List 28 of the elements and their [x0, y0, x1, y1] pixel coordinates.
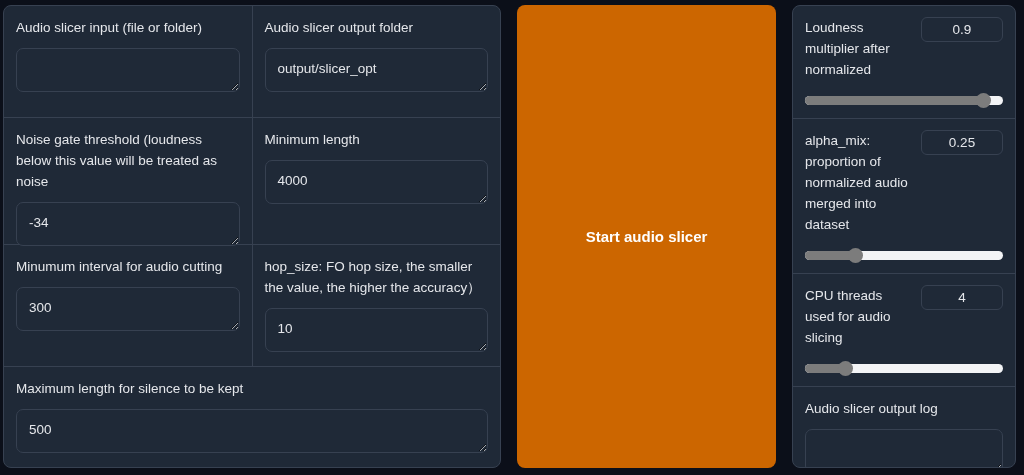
field-label: Audio slicer input (file or folder) [16, 19, 204, 37]
number-field[interactable]: 0.9 [921, 17, 1003, 42]
slider-track[interactable] [805, 251, 1003, 260]
field-label: Minimum length [264, 131, 361, 149]
text-field[interactable]: output/slicer_opt [264, 48, 488, 92]
number-field[interactable]: 0.25 [921, 130, 1003, 155]
text-field[interactable] [16, 48, 240, 92]
number-field[interactable]: 4 [921, 285, 1003, 310]
text-field[interactable]: 500 [16, 409, 488, 453]
slider-thumb[interactable] [837, 361, 853, 376]
slider-label: CPU threads used for audio slicing [805, 287, 892, 347]
field-label: hop_size: FO hop size, the smaller the value, the higher the accuracy） [264, 258, 483, 297]
slider-label: alpha_mix: proportion of normalized audio merged into dataset [805, 132, 909, 234]
slider-thumb[interactable] [847, 248, 863, 263]
slider-track[interactable] [805, 364, 1003, 373]
text-field[interactable]: -34 [16, 202, 240, 246]
field-label: Minumum interval for audio cutting [16, 258, 224, 276]
slider-label: Loudness multiplier after normalized [805, 19, 891, 79]
text-field[interactable]: 4000 [264, 160, 488, 204]
start-button[interactable]: Start audio slicer [517, 5, 776, 468]
text-field[interactable]: 10 [264, 308, 488, 352]
slider-thumb[interactable] [976, 93, 992, 108]
field-label: Maximum length for silence to be kept [16, 380, 245, 398]
text-field[interactable]: 300 [16, 287, 240, 331]
output-log-field[interactable] [805, 429, 1003, 467]
field-label: Audio slicer output folder [264, 19, 415, 37]
field-label: Audio slicer output log [805, 400, 939, 418]
field-label: Noise gate threshold (loudness below this value will be treated as noise [16, 131, 219, 191]
